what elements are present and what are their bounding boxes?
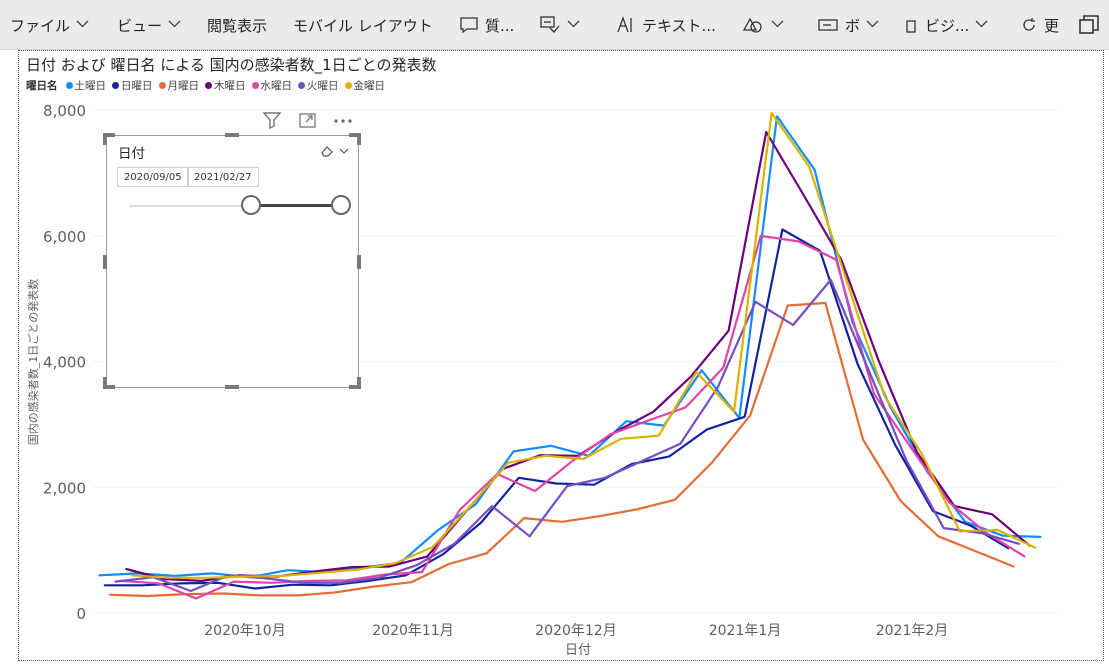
resize-handle[interactable] — [357, 133, 361, 145]
resize-handle[interactable] — [357, 255, 361, 269]
y-tick-label: 4,000 — [43, 354, 86, 372]
resize-handle[interactable] — [357, 377, 361, 389]
date-slicer[interactable]: 日付 2020/09/05 2021/02/27 — [106, 135, 359, 388]
end-date-input[interactable]: 2021/02/27 — [187, 167, 259, 187]
slider-selected-range[interactable] — [251, 204, 343, 207]
resize-handle[interactable] — [103, 377, 107, 389]
y-tick-label: 6,000 — [43, 228, 86, 246]
slicer-title: 日付 — [118, 146, 145, 162]
slider-track[interactable] — [129, 205, 251, 207]
resize-handle[interactable] — [103, 255, 107, 269]
focus-mode-icon[interactable] — [298, 110, 318, 135]
chevron-down-icon[interactable] — [338, 144, 350, 161]
resize-handle[interactable] — [225, 385, 239, 389]
x-tick-label: 2021年1月 — [709, 623, 782, 639]
filter-icon[interactable] — [262, 110, 282, 135]
x-tick-label: 2020年12月 — [535, 623, 616, 639]
slider-start-handle[interactable] — [241, 195, 261, 215]
slider-end-handle[interactable] — [331, 195, 351, 215]
eraser-icon[interactable] — [320, 144, 334, 161]
y-axis-title: 国内の感染者数_1日ごとの発表数 — [26, 279, 40, 445]
x-tick-label: 2020年10月 — [204, 623, 285, 639]
x-tick-label: 2021年2月 — [876, 623, 949, 639]
y-tick-label: 0 — [76, 605, 86, 623]
y-tick-label: 8,000 — [43, 102, 86, 120]
x-axis-title: 日付 — [565, 643, 591, 658]
y-tick-label: 2,000 — [43, 479, 86, 497]
resize-handle[interactable] — [225, 133, 239, 137]
x-tick-label: 2020年11月 — [372, 623, 453, 639]
more-options-icon[interactable] — [332, 110, 354, 135]
resize-handle[interactable] — [103, 133, 107, 145]
start-date-input[interactable]: 2020/09/05 — [117, 167, 189, 187]
